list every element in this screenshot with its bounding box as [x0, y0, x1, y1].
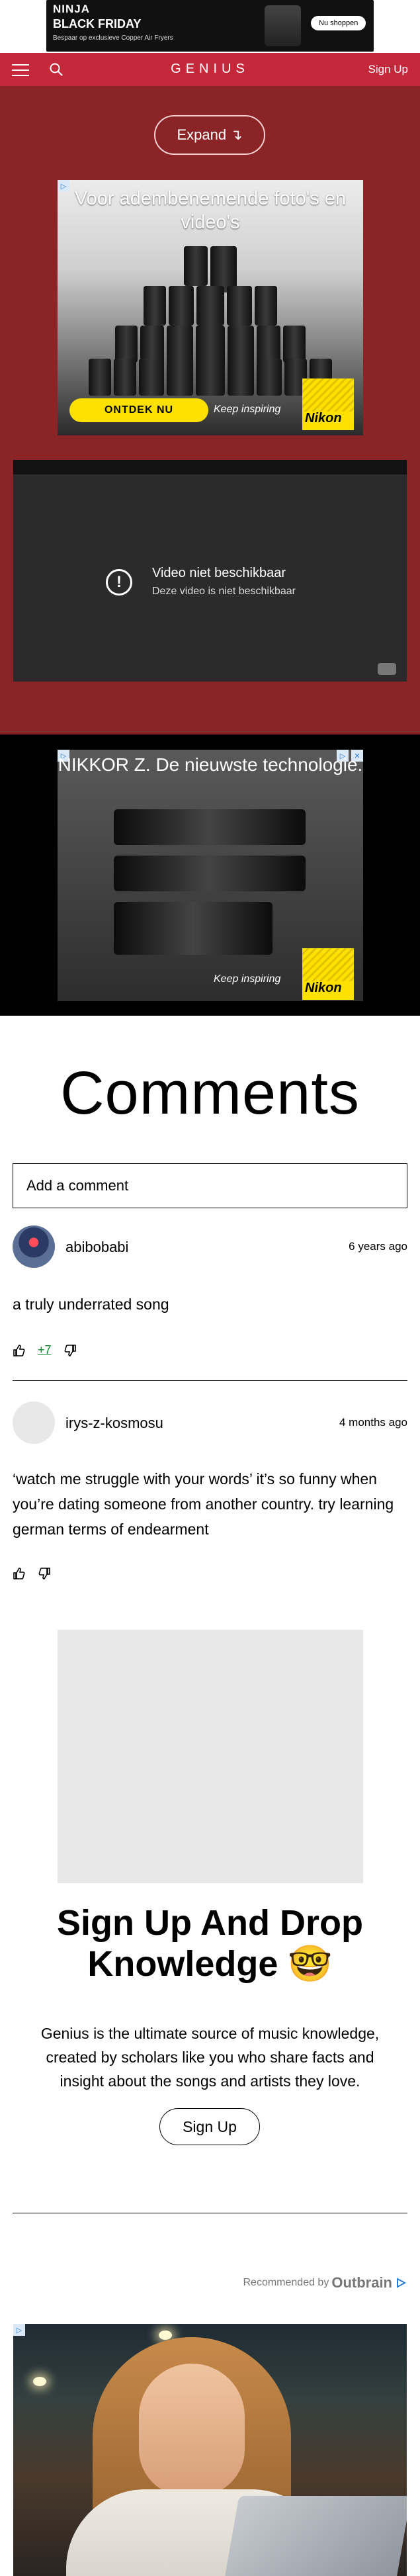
- expand-label: Expand: [177, 126, 227, 143]
- vote-count[interactable]: +7: [38, 1343, 52, 1357]
- thumbs-up-icon[interactable]: [13, 1567, 26, 1580]
- outbrain-attribution[interactable]: Recommended by Outbrain: [243, 2274, 407, 2291]
- ad1-slogan: Keep inspiring: [214, 404, 281, 415]
- person-face: [139, 2364, 245, 2496]
- ad1-cta-button[interactable]: ONTDEK NU: [69, 398, 208, 422]
- laptop-image: [224, 2496, 407, 2576]
- ad-brand: NINJA: [53, 3, 91, 15]
- ad-headline: BLACK FRIDAY: [53, 17, 142, 30]
- signup-heading: Sign Up And Drop Knowledge 🤓: [57, 1903, 363, 1984]
- video-top-bar: [13, 460, 407, 474]
- comment-username[interactable]: abibobabi: [65, 1239, 128, 1256]
- lens-stack-mid: [58, 286, 363, 326]
- avatar[interactable]: [13, 1401, 55, 1444]
- lyrics-expand-area: Expand ↴ ▷ Voor adembenemende foto's en …: [0, 86, 420, 734]
- comment-username[interactable]: irys-z-kosmosu: [65, 1415, 163, 1432]
- lens-image: [114, 902, 273, 955]
- video-unavailable-title: Video niet beschikbaar: [152, 566, 286, 580]
- nikon-ad-2[interactable]: ▷ ▷ ✕ NIKKOR Z. De nieuwste technologie.…: [58, 750, 363, 1001]
- comments-heading: Comments: [60, 1059, 360, 1127]
- alert-icon: !: [106, 569, 132, 596]
- ad-cta-button[interactable]: Nu shoppen: [311, 16, 366, 30]
- outbrain-arrow-icon: [397, 2278, 407, 2288]
- nikon-logo: Nikon: [302, 378, 354, 430]
- comment-body: ‘watch me struggle with your words’ it’s…: [13, 1470, 394, 1538]
- ad2-slogan: Keep inspiring: [214, 973, 281, 985]
- nikon-logo: Nikon: [302, 948, 354, 1000]
- video-unavailable-subtitle: Deze video is niet beschikbaar: [152, 586, 296, 597]
- comment-timestamp[interactable]: 4 months ago: [339, 1416, 407, 1429]
- video-player[interactable]: ! Video niet beschikbaar Deze video is n…: [13, 460, 407, 682]
- recommended-article-image[interactable]: ▷: [13, 2324, 407, 2576]
- site-header: GENIUS Sign Up: [0, 53, 420, 86]
- lamp-light: [159, 2331, 172, 2340]
- outbrain-logo: Outbrain: [331, 2274, 392, 2291]
- ad-subline: Bespaar op exclusieve Copper Air Fryers: [53, 34, 173, 42]
- comment-votes: [13, 1567, 51, 1580]
- youtube-logo-icon[interactable]: [378, 663, 396, 675]
- thumbs-up-icon[interactable]: [13, 1344, 26, 1357]
- comment-divider: [13, 1380, 407, 1381]
- genius-logo[interactable]: GENIUS: [0, 62, 420, 77]
- nikon-ad-1[interactable]: ▷ Voor adembenemende foto's en video's O…: [58, 180, 363, 435]
- signup-button[interactable]: Sign Up: [159, 2108, 260, 2145]
- recommended-label: Recommended by: [243, 2277, 329, 2288]
- lens-stack-low: [58, 326, 363, 363]
- ad-placeholder: [58, 1630, 363, 1883]
- lamp-light: [33, 2377, 46, 2386]
- thumbs-down-icon[interactable]: [63, 1344, 77, 1357]
- ad1-title: Voor adembenemende foto's en video's: [74, 188, 347, 233]
- expand-button[interactable]: Expand ↴: [154, 115, 265, 155]
- lens-image: [114, 856, 306, 891]
- ad-product-image: [265, 5, 301, 46]
- signup-description: Genius is the ultimate source of music k…: [40, 2025, 380, 2090]
- black-ad-area: ▷ ▷ ✕ NIKKOR Z. De nieuwste technologie.…: [0, 734, 420, 1016]
- top-ad-creative[interactable]: NINJA BLACK FRIDAY Bespaar op exclusieve…: [46, 0, 374, 52]
- adchoices-icon[interactable]: ▷: [13, 2324, 25, 2336]
- lens-image: [114, 809, 306, 845]
- expand-arrow-icon: ↴: [230, 126, 243, 143]
- comment-item: abibobabi 6 years ago a truly underrated…: [13, 1225, 407, 1371]
- header-signup-link[interactable]: Sign Up: [368, 63, 408, 76]
- comment-timestamp[interactable]: 6 years ago: [349, 1240, 407, 1253]
- avatar[interactable]: [13, 1225, 55, 1268]
- thumbs-down-icon[interactable]: [38, 1567, 51, 1580]
- add-comment-input[interactable]: Add a comment: [13, 1163, 407, 1208]
- ad2-title: NIKKOR Z. De nieuwste technologie.: [58, 754, 363, 775]
- comment-body: a truly underrated song: [13, 1296, 169, 1313]
- top-banner-ad[interactable]: NINJA BLACK FRIDAY Bespaar op exclusieve…: [0, 0, 420, 53]
- comment-item: irys-z-kosmosu 4 months ago ‘watch me st…: [13, 1401, 407, 1587]
- comment-votes: +7: [13, 1343, 77, 1357]
